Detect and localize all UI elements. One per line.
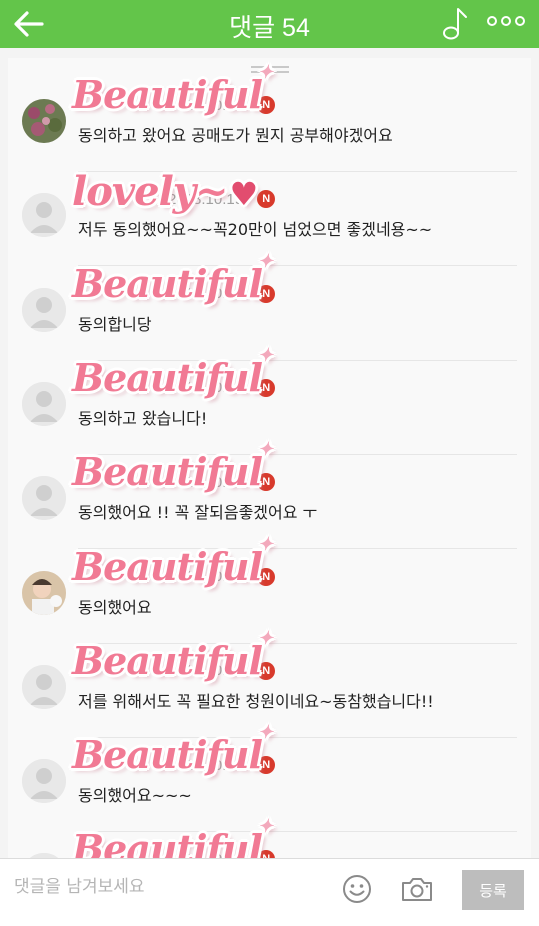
comment-text: 동의합니당 — [78, 314, 152, 334]
new-badge: N — [257, 284, 276, 303]
avatar[interactable] — [22, 664, 66, 709]
avatar[interactable] — [22, 193, 66, 238]
comment-item[interactable]: 2018.10.19. N 동의했어요~~~ Beautiful ✦ — [20, 722, 517, 833]
comment-date: 2018.10.19. — [168, 662, 248, 680]
comment-text: 저두 동의했어요~~꼭20만이 넘었으면 좋겠네용~~ — [78, 220, 433, 240]
comment-text: 동의했어요 !! 꼭 잘되음좋겠어요 ㅜ — [78, 503, 318, 523]
new-badge: N — [257, 378, 276, 397]
avatar[interactable] — [22, 570, 66, 615]
avatar[interactable] — [22, 381, 66, 426]
comment-text: 동의하고 왔습니다! — [78, 408, 208, 428]
comment-date: 2018.10.19. — [168, 190, 248, 208]
comment-item[interactable]: 2018.10.19. N 저를 위해서도 꼭 필요한 청원이네요~동참했습니다!!… — [20, 628, 517, 738]
emoji-icon[interactable] — [341, 873, 373, 905]
comment-text: 동의했어요~~~ — [78, 786, 192, 806]
new-badge: N — [257, 96, 276, 114]
comment-text: 저를 위해서도 꼭 필요한 청원이네요~동참했습니다!! — [78, 691, 434, 711]
comment-item[interactable]: 2018.10.19. N 동의했어요 Beautiful ✦ — [20, 534, 517, 644]
new-badge: N — [257, 190, 276, 209]
comment-date: 2018.10.19. — [168, 473, 248, 491]
avatar[interactable] — [22, 287, 66, 332]
comment-input[interactable] — [14, 877, 314, 897]
comment-meta: 2018.10.19. N — [78, 376, 276, 400]
comment-meta: 2018.10.19. N — [78, 565, 276, 589]
comment-meta: 2018.10.19. N — [78, 282, 276, 306]
comment-item[interactable]: 2018.10.19. N 동의합니당 Beautiful ✦ — [20, 251, 517, 361]
camera-icon[interactable] — [400, 875, 434, 903]
comment-meta: 2018.10.19. N — [78, 470, 276, 494]
comment-meta: 2018.10.19. N — [78, 93, 276, 117]
comment-item[interactable]: 2018.10.19. N 동의하고 왔어요 공매도가 뭔지 공부해야겠어요 Beau… — [20, 62, 517, 172]
comment-meta: 2018.10.19. N — [78, 659, 276, 683]
comment-input-bar: 등록 — [0, 858, 539, 921]
submit-button[interactable]: 등록 — [462, 870, 524, 910]
avatar[interactable] — [22, 476, 66, 521]
music-note-icon[interactable] — [440, 6, 470, 40]
comment-item[interactable]: 2018.10.19. N 동의했어요 !! 꼭 잘되음좋겠어요 ㅜ Beautifu… — [20, 439, 517, 550]
new-badge: N — [257, 661, 276, 680]
comment-date: 2018.10.19. — [168, 756, 248, 774]
new-badge: N — [257, 473, 276, 492]
avatar[interactable] — [22, 99, 66, 143]
comment-text: 동의하고 왔어요 공매도가 뭔지 공부해야겠어요 — [78, 126, 393, 145]
comment-date: 2018.10.19. — [168, 379, 248, 397]
comment-meta: 2018.10.19. N — [78, 187, 276, 211]
app-header: 댓글 54 — [0, 0, 539, 48]
new-badge: N — [257, 756, 276, 775]
comment-text: 동의했어요 — [78, 597, 152, 617]
more-dots-icon[interactable] — [486, 14, 526, 28]
comment-item[interactable]: 2018.10.19. N 저두 동의했어요~~꼭20만이 넘었으면 좋겠네용~~ l… — [20, 168, 517, 267]
comment-item[interactable]: 2018.10.19. N 동의하고 왔습니다! Beautiful ✦ — [20, 345, 517, 455]
new-badge: N — [257, 567, 276, 586]
comment-date: 2018.10.19. — [168, 96, 248, 114]
drag-handle[interactable] — [251, 66, 289, 73]
avatar[interactable] — [22, 759, 66, 804]
comment-date: 2018.10.19. — [168, 568, 248, 585]
comment-meta: 2018.10.19. N — [78, 753, 276, 777]
comment-date: 2018.10.19. — [168, 285, 248, 303]
